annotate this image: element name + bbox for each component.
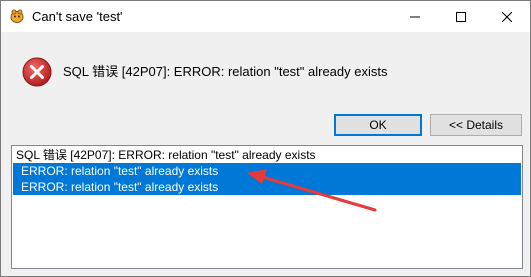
maximize-icon [456, 11, 466, 22]
details-button[interactable]: << Details [430, 114, 522, 136]
minimize-button[interactable] [392, 1, 438, 32]
app-icon [10, 9, 24, 23]
details-line[interactable]: SQL 错误 [42P07]: ERROR: relation "test" a… [13, 147, 521, 163]
error-dialog: Can't save 'test' SQL 错误 [42P07]: ERROR:… [0, 0, 531, 277]
window-title: Can't save 'test' [32, 9, 123, 24]
ok-button[interactable]: OK [334, 114, 422, 136]
annotation-arrow [247, 169, 377, 212]
error-icon [22, 57, 52, 87]
close-button[interactable] [484, 1, 530, 32]
title-bar[interactable]: Can't save 'test' [1, 1, 530, 32]
minimize-icon [410, 16, 420, 17]
maximize-button[interactable] [438, 1, 484, 32]
message-area: SQL 错误 [42P07]: ERROR: relation "test" a… [1, 32, 530, 114]
error-message: SQL 错误 [42P07]: ERROR: relation "test" a… [63, 64, 388, 79]
close-icon [502, 11, 512, 22]
